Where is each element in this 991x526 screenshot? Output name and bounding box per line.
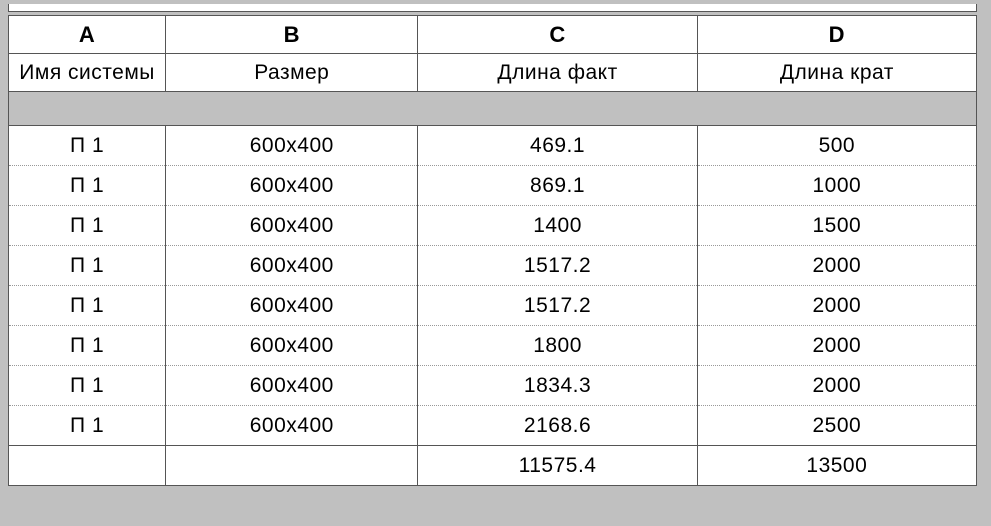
table-row: П 1 600x400 1517.2 2000 (9, 286, 977, 326)
cell-system: П 1 (9, 166, 166, 206)
col-letter-a: A (9, 16, 166, 54)
totals-system (9, 446, 166, 486)
cell-size: 600x400 (166, 406, 418, 446)
cell-length-krat: 2000 (697, 286, 976, 326)
cell-length-krat: 2000 (697, 326, 976, 366)
totals-length-krat: 13500 (697, 446, 976, 486)
cell-length-krat: 2000 (697, 366, 976, 406)
cell-length-fact: 1517.2 (418, 286, 697, 326)
totals-length-fact: 11575.4 (418, 446, 697, 486)
cell-length-fact: 469.1 (418, 126, 697, 166)
spacer-row (9, 92, 977, 126)
cell-system: П 1 (9, 286, 166, 326)
table-row: П 1 600x400 1517.2 2000 (9, 246, 977, 286)
table-row: П 1 600x400 1834.3 2000 (9, 366, 977, 406)
cell-length-fact: 1800 (418, 326, 697, 366)
table-row: П 1 600x400 869.1 1000 (9, 166, 977, 206)
cell-length-krat: 1500 (697, 206, 976, 246)
totals-size (166, 446, 418, 486)
table-row: П 1 600x400 469.1 500 (9, 126, 977, 166)
cell-system: П 1 (9, 126, 166, 166)
cell-length-fact: 1517.2 (418, 246, 697, 286)
cell-size: 600x400 (166, 166, 418, 206)
col-label-size: Размер (166, 54, 418, 92)
cell-size: 600x400 (166, 366, 418, 406)
cell-length-fact: 869.1 (418, 166, 697, 206)
cell-length-fact: 2168.6 (418, 406, 697, 446)
cell-length-fact: 1400 (418, 206, 697, 246)
column-letters-row: A B C D (9, 16, 977, 54)
table-row: П 1 600x400 1400 1500 (9, 206, 977, 246)
col-letter-d: D (697, 16, 976, 54)
cell-length-krat: 2000 (697, 246, 976, 286)
cell-size: 600x400 (166, 326, 418, 366)
col-label-system: Имя системы (9, 54, 166, 92)
totals-row: 11575.4 13500 (9, 446, 977, 486)
table-row: П 1 600x400 2168.6 2500 (9, 406, 977, 446)
cell-system: П 1 (9, 246, 166, 286)
cell-system: П 1 (9, 366, 166, 406)
cell-length-fact: 1834.3 (418, 366, 697, 406)
cell-length-krat: 2500 (697, 406, 976, 446)
col-letter-b: B (166, 16, 418, 54)
cell-length-krat: 1000 (697, 166, 976, 206)
cell-length-krat: 500 (697, 126, 976, 166)
col-letter-c: C (418, 16, 697, 54)
cell-size: 600x400 (166, 286, 418, 326)
cell-system: П 1 (9, 206, 166, 246)
col-label-length-fact: Длина факт (418, 54, 697, 92)
data-table: A B C D Имя системы Размер Длина факт Дл… (8, 15, 977, 486)
window-top-fragment (8, 4, 977, 12)
cell-size: 600x400 (166, 206, 418, 246)
table-body: П 1 600x400 469.1 500 П 1 600x400 869.1 … (9, 126, 977, 446)
cell-system: П 1 (9, 406, 166, 446)
col-label-length-krat: Длина крат (697, 54, 976, 92)
cell-system: П 1 (9, 326, 166, 366)
table-row: П 1 600x400 1800 2000 (9, 326, 977, 366)
cell-size: 600x400 (166, 126, 418, 166)
column-labels-row: Имя системы Размер Длина факт Длина крат (9, 54, 977, 92)
cell-size: 600x400 (166, 246, 418, 286)
